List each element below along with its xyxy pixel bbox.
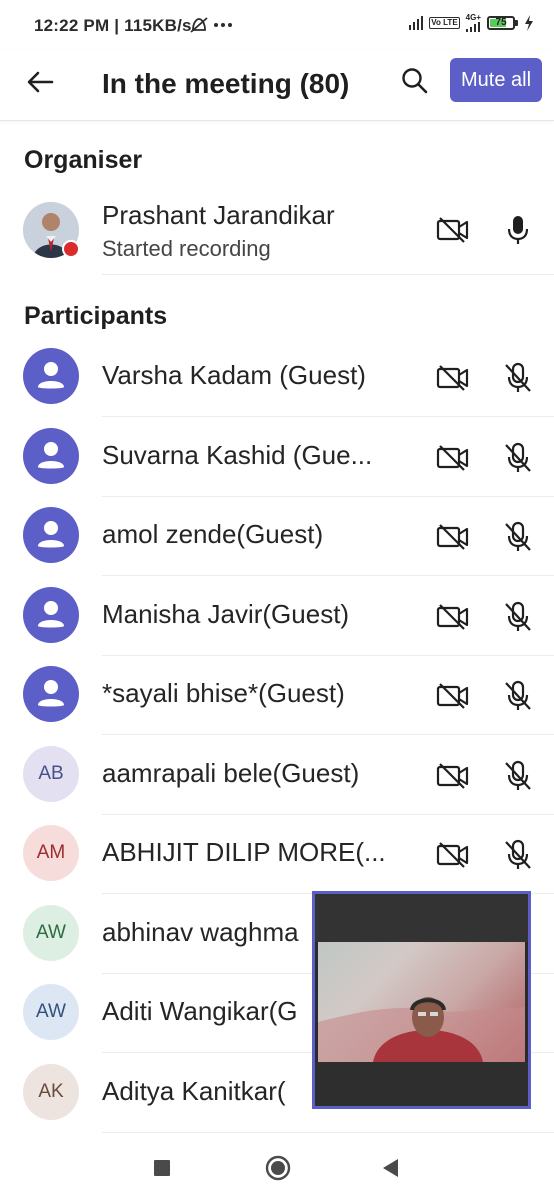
page-title: In the meeting (80) <box>102 68 350 99</box>
participant-avatar: AW <box>23 905 79 961</box>
camera-off-icon <box>436 604 469 630</box>
more-notifications-icon <box>214 23 232 27</box>
organiser-row[interactable]: Prashant Jarandikar Started recording <box>0 196 554 275</box>
status-time-speed: 12:22 PM | 115KB/s <box>34 16 192 35</box>
avatar-initials: AM <box>36 842 66 863</box>
participant-name: *sayali bhise*(Guest) <box>102 678 345 708</box>
camera-off-icon <box>436 365 469 391</box>
alarm-off-icon <box>190 17 208 33</box>
divider <box>102 274 554 275</box>
participant-name: Varsha Kadam (Guest) <box>102 360 366 390</box>
avatar-initials: AW <box>36 922 66 943</box>
participant-row[interactable]: AM ABHIJIT DILIP MORE(... <box>0 815 554 894</box>
participant-row[interactable]: Manisha Javir(Guest) <box>0 577 554 656</box>
avatar-initials: AB <box>38 763 64 784</box>
person-icon <box>38 601 64 628</box>
video-frame <box>318 942 525 1062</box>
charging-icon <box>525 15 533 31</box>
camera-off-icon <box>436 683 469 709</box>
person-icon <box>38 442 64 469</box>
search-icon[interactable] <box>400 66 430 96</box>
microphone-off-icon <box>505 521 531 551</box>
participant-avatar <box>23 428 79 484</box>
divider <box>102 1132 554 1133</box>
video-preview-tile[interactable] <box>312 891 531 1109</box>
camera-off-icon <box>436 524 469 550</box>
microphone-off-icon <box>505 760 531 790</box>
participant-avatar: AB <box>23 746 79 802</box>
camera-off-icon <box>436 217 469 243</box>
participant-avatar: AW <box>23 984 79 1040</box>
participant-avatar <box>23 348 79 404</box>
participant-avatar <box>23 666 79 722</box>
divider <box>102 734 554 735</box>
status-icons: Vo LTE 4G+ 75 <box>408 14 534 32</box>
battery-icon: 75 <box>487 16 518 30</box>
avatar-initials: AW <box>36 1001 66 1022</box>
app-header: In the meeting (80) Mute all <box>0 50 554 121</box>
volte-badge: Vo LTE <box>429 17 460 29</box>
signal-4g-icon: 4G+ <box>465 14 481 32</box>
video-letterbox-bottom <box>315 1062 528 1106</box>
microphone-off-icon <box>505 601 531 631</box>
participant-name: ABHIJIT DILIP MORE(... <box>102 837 386 867</box>
battery-level: 75 <box>495 17 507 28</box>
divider <box>102 416 554 417</box>
participants-heading: Participants <box>24 302 168 330</box>
participant-name: amol zende(Guest) <box>102 519 324 549</box>
person-icon <box>38 680 64 707</box>
microphone-off-icon <box>505 839 531 869</box>
status-bar: 12:22 PM | 115KB/s Vo LTE 4G+ 75 <box>0 0 554 50</box>
divider <box>102 575 554 576</box>
organiser-name: Prashant Jarandikar <box>102 200 335 230</box>
participant-name: Aditi Wangikar(G <box>102 996 298 1026</box>
organiser-heading: Organiser <box>24 146 143 174</box>
microphone-icon <box>507 216 529 244</box>
participant-avatar: AM <box>23 825 79 881</box>
person-icon <box>38 362 64 389</box>
microphone-off-icon <box>505 442 531 472</box>
participant-row[interactable]: Suvarna Kashid (Gue... <box>0 418 554 497</box>
mute-all-button[interactable]: Mute all <box>450 58 542 102</box>
avatar-initials: AK <box>38 1081 64 1102</box>
camera-off-icon <box>436 763 469 789</box>
home-icon[interactable] <box>265 1155 291 1181</box>
person-icon <box>38 521 64 548</box>
system-back-icon[interactable] <box>381 1158 399 1178</box>
microphone-off-icon <box>505 680 531 710</box>
organiser-status: Started recording <box>102 236 271 261</box>
video-person-image <box>318 997 525 1062</box>
system-nav-bar <box>0 1136 554 1200</box>
participant-name: Aditya Kanitkar( <box>102 1076 286 1106</box>
participant-avatar <box>23 507 79 563</box>
camera-off-icon <box>436 445 469 471</box>
participant-name: aamrapali bele(Guest) <box>102 758 360 788</box>
microphone-off-icon <box>505 362 531 392</box>
participant-row[interactable]: *sayali bhise*(Guest) <box>0 656 554 735</box>
participant-avatar <box>23 587 79 643</box>
participant-row[interactable]: Varsha Kadam (Guest) <box>0 338 554 417</box>
participant-avatar: AK <box>23 1064 79 1120</box>
participant-row[interactable]: amol zende(Guest) <box>0 497 554 576</box>
participant-name: abhinav waghma <box>102 917 299 947</box>
video-letterbox-top <box>315 894 528 942</box>
camera-off-icon <box>436 842 469 868</box>
back-arrow-icon[interactable] <box>24 66 56 98</box>
signal-icon <box>408 16 424 30</box>
recents-icon[interactable] <box>154 1160 170 1176</box>
recording-indicator <box>62 240 80 258</box>
participant-row[interactable]: AB aamrapali bele(Guest) <box>0 736 554 815</box>
participant-name: Manisha Javir(Guest) <box>102 599 350 629</box>
participant-name: Suvarna Kashid (Gue... <box>102 440 373 470</box>
